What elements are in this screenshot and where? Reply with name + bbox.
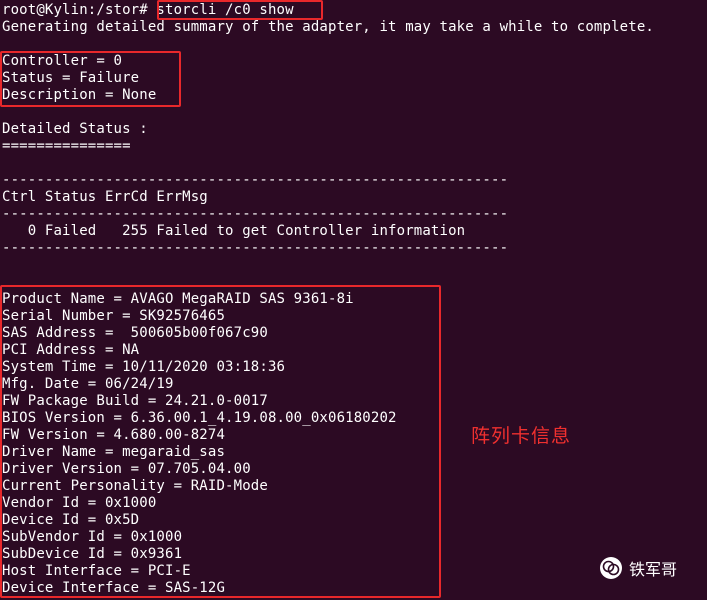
- watermark: 铁军哥: [599, 555, 677, 581]
- output-line: ----------------------------------------…: [2, 206, 509, 222]
- output-line: Generating detailed summary of the adapt…: [2, 19, 654, 35]
- watermark-text: 铁军哥: [629, 560, 678, 579]
- shell-prompt: root@Kylin:/stor#: [2, 2, 148, 18]
- output-line: Detailed Status :: [2, 121, 148, 137]
- output-line: 0 Failed 255 Failed to get Controller in…: [2, 223, 466, 239]
- command-highlight-box: [157, 0, 323, 20]
- adapter-info-label: 阵列卡信息: [471, 425, 572, 447]
- adapter-info-highlight-box: [0, 285, 441, 598]
- controller-status-highlight-box: [0, 51, 181, 107]
- output-line: ----------------------------------------…: [2, 240, 509, 256]
- output-line: Ctrl Status ErrCd ErrMsg: [2, 189, 208, 205]
- wechat-official-account-icon: [599, 556, 623, 580]
- output-line: ----------------------------------------…: [2, 172, 509, 188]
- terminal-window[interactable]: root@Kylin:/stor# storcli /c0 show Gener…: [0, 0, 707, 600]
- output-line: ===============: [2, 138, 131, 154]
